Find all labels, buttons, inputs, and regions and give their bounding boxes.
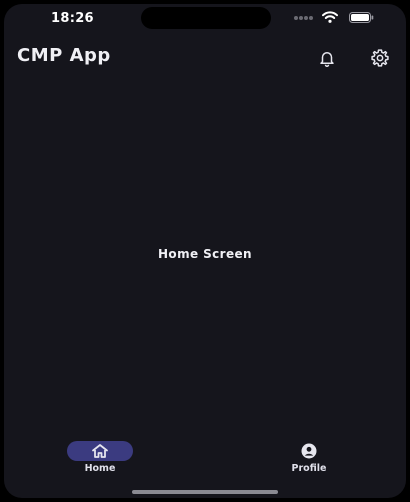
bottom-navigation: Home Profile bbox=[4, 436, 406, 486]
phone-screen: 18:26 CMP App Home Screen Home Profile bbox=[4, 4, 406, 498]
settings-button[interactable] bbox=[365, 43, 395, 73]
gear-icon bbox=[371, 49, 389, 67]
nav-label-profile: Profile bbox=[291, 463, 327, 474]
top-app-bar: CMP App bbox=[4, 38, 406, 78]
nav-label-home: Home bbox=[84, 463, 116, 474]
home-icon bbox=[92, 444, 108, 458]
dynamic-island bbox=[141, 7, 271, 29]
battery-icon bbox=[349, 12, 374, 23]
screen-title: Home Screen bbox=[157, 247, 252, 261]
notifications-button[interactable] bbox=[312, 43, 342, 73]
profile-icon bbox=[301, 443, 317, 459]
app-title: CMP App bbox=[17, 45, 111, 66]
nav-item-home[interactable]: Home bbox=[55, 436, 145, 484]
status-bar: 18:26 bbox=[4, 4, 406, 38]
cellular-signal-icon bbox=[294, 16, 313, 20]
status-time: 18:26 bbox=[51, 11, 94, 26]
wifi-icon bbox=[322, 11, 338, 23]
bell-icon bbox=[320, 52, 334, 67]
home-indicator[interactable] bbox=[132, 490, 278, 494]
main-content: Home Screen bbox=[4, 78, 406, 438]
nav-item-profile[interactable]: Profile bbox=[264, 436, 354, 484]
